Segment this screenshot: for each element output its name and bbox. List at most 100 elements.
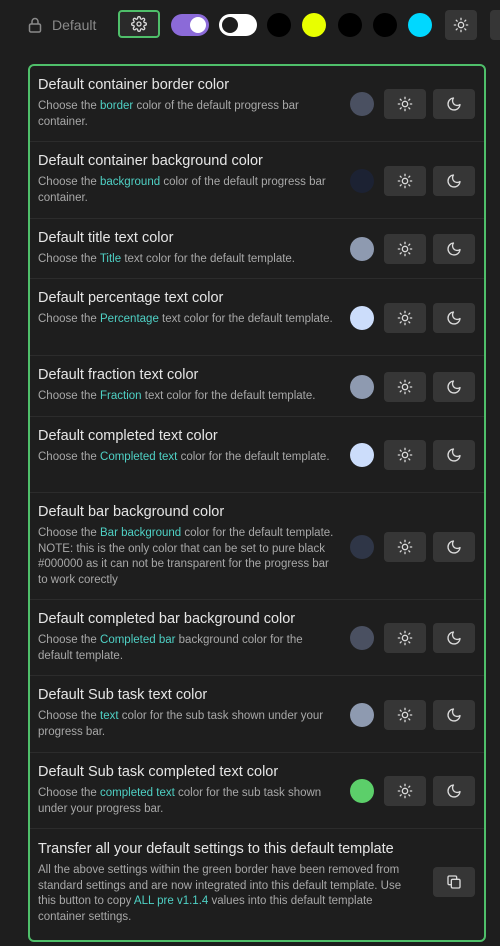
dark-color-button[interactable] — [433, 440, 475, 470]
setting-title: Default title text color — [38, 230, 174, 246]
light-color-button[interactable] — [384, 700, 426, 730]
color-swatch[interactable] — [350, 626, 374, 650]
setting-title: Default bar background color — [38, 504, 225, 520]
moon-icon — [446, 707, 462, 723]
default-template-panel: Default container border color Choose the… — [28, 64, 486, 942]
sun-icon — [397, 539, 413, 555]
color-dot-black[interactable] — [373, 13, 397, 37]
desc-text: Choose the — [38, 313, 101, 325]
highlighted-term: completed text — [100, 787, 175, 799]
setting-title: Default completed text color — [38, 428, 218, 444]
top-bar: Default — [0, 0, 500, 52]
lock-icon[interactable] — [28, 17, 42, 33]
desc-text: text color for the default template. — [121, 253, 295, 265]
setting-title: Default container border color — [38, 77, 230, 93]
color-swatch[interactable] — [350, 535, 374, 559]
moon-icon — [446, 96, 462, 112]
desc-text: Choose the — [38, 390, 101, 402]
dark-color-button[interactable] — [433, 89, 475, 119]
setting-title: Default completed bar background color — [38, 611, 296, 627]
highlighted-term: Bar background — [100, 527, 182, 539]
sun-icon — [397, 707, 413, 723]
light-color-button[interactable] — [384, 166, 426, 196]
highlighted-term: Percentage — [100, 313, 159, 325]
desc-text: Choose the — [38, 100, 101, 112]
color-swatch[interactable] — [350, 703, 374, 727]
dark-color-button[interactable] — [433, 532, 475, 562]
highlighted-term: ALL pre v1.1.4 — [133, 895, 209, 907]
moon-icon — [446, 241, 462, 257]
default-template-label: Default — [52, 17, 97, 33]
highlighted-term: text — [100, 710, 119, 722]
setting-description: Choose the Title text color for the defa… — [38, 252, 338, 268]
light-mode-button[interactable] — [445, 10, 477, 40]
color-swatch[interactable] — [350, 306, 374, 330]
moon-icon — [446, 447, 462, 463]
moon-icon — [446, 630, 462, 646]
dark-color-button[interactable] — [433, 234, 475, 264]
desc-text: Choose the — [38, 253, 100, 265]
gear-icon — [131, 16, 147, 32]
dark-color-button[interactable] — [433, 166, 475, 196]
sun-icon — [453, 17, 469, 33]
setting-row: Default completed text color Choose the C… — [30, 417, 484, 493]
color-swatch[interactable] — [350, 443, 374, 467]
transfer-description: All the above settings within the green … — [38, 863, 418, 925]
color-dot-black[interactable] — [267, 13, 291, 37]
dark-color-button[interactable] — [433, 623, 475, 653]
dark-color-button[interactable] — [433, 700, 475, 730]
light-color-button[interactable] — [384, 532, 426, 562]
light-color-button[interactable] — [384, 776, 426, 806]
color-swatch[interactable] — [350, 779, 374, 803]
setting-row: Default Sub task text color Choose the te… — [30, 676, 484, 753]
light-color-button[interactable] — [384, 623, 426, 653]
dark-color-button[interactable] — [433, 303, 475, 333]
color-dot-cyan[interactable] — [408, 13, 432, 37]
setting-row: Default percentage text color Choose the … — [30, 279, 484, 356]
theme-toggle-white[interactable] — [219, 14, 257, 36]
sun-icon — [397, 783, 413, 799]
transfer-row: Transfer all your default settings to th… — [30, 829, 484, 940]
highlighted-term: Fraction — [100, 390, 142, 402]
setting-description: Choose the border color of the default p… — [38, 99, 338, 130]
highlighted-term: border — [100, 100, 134, 112]
highlighted-term: Completed bar — [100, 634, 176, 646]
desc-text: text color for the default template. — [141, 390, 316, 402]
sun-icon — [397, 96, 413, 112]
setting-description: Choose the Bar background color for the … — [38, 526, 338, 588]
color-dot-black[interactable] — [338, 13, 362, 37]
dark-color-button[interactable] — [433, 776, 475, 806]
light-color-button[interactable] — [384, 303, 426, 333]
setting-title: Default Sub task text color — [38, 687, 208, 703]
color-swatch[interactable] — [350, 169, 374, 193]
desc-text: Choose the — [38, 787, 101, 799]
copy-settings-button[interactable] — [433, 867, 475, 897]
color-swatch[interactable] — [350, 237, 374, 261]
setting-row: Default completed bar background color Ch… — [30, 600, 484, 676]
overflow-button[interactable] — [490, 10, 500, 40]
highlighted-term: Completed text — [100, 451, 178, 463]
setting-row: Default bar background color Choose the B… — [30, 493, 484, 600]
color-swatch[interactable] — [350, 92, 374, 116]
light-color-button[interactable] — [384, 89, 426, 119]
highlighted-term: background — [100, 176, 161, 188]
light-color-button[interactable] — [384, 234, 426, 264]
setting-title: Default fraction text color — [38, 367, 199, 383]
light-color-button[interactable] — [384, 372, 426, 402]
toggle-knob — [190, 17, 206, 33]
color-dot-yellow[interactable] — [302, 13, 326, 37]
light-color-button[interactable] — [384, 440, 426, 470]
dark-color-button[interactable] — [433, 372, 475, 402]
setting-row: Default Sub task completed text color Cho… — [30, 753, 484, 829]
desc-text: Choose the — [38, 451, 101, 463]
color-swatch[interactable] — [350, 375, 374, 399]
sun-icon — [397, 241, 413, 257]
sun-icon — [397, 379, 413, 395]
theme-toggle-purple[interactable] — [171, 14, 209, 36]
desc-text: Choose the — [38, 176, 101, 188]
setting-title: Default percentage text color — [38, 290, 224, 306]
settings-button[interactable] — [118, 10, 160, 38]
copy-icon — [446, 874, 462, 890]
desc-text: Choose the — [38, 527, 101, 539]
moon-icon — [446, 539, 462, 555]
